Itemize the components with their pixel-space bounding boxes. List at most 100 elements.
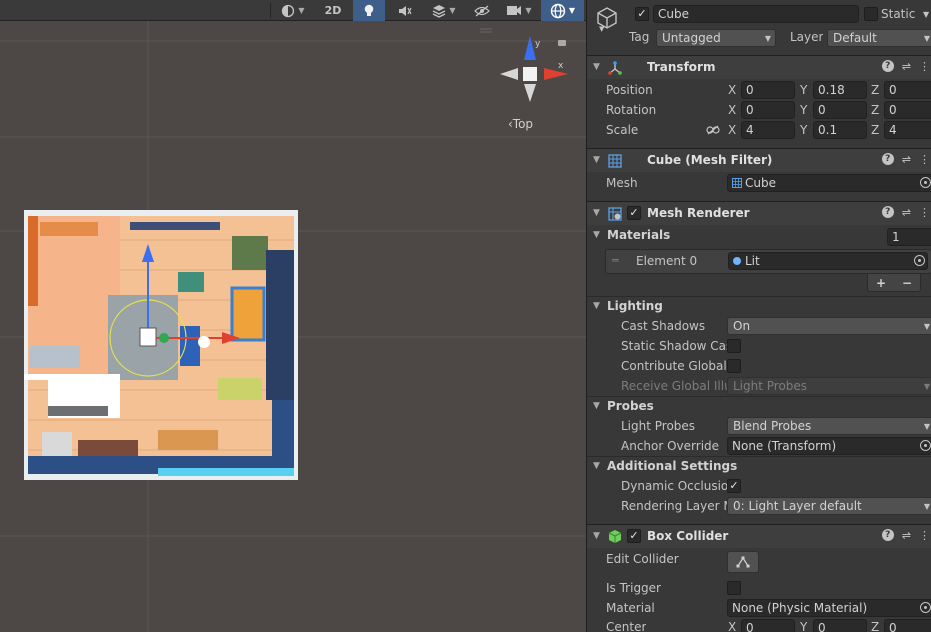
element0-material-field[interactable]: Lit [728, 252, 928, 270]
context-menu-icon[interactable]: ⋮ [919, 206, 930, 219]
scene-menu-icon[interactable] [478, 28, 494, 34]
gizmos-button[interactable]: ▼ [541, 0, 584, 21]
anchor-override-field[interactable]: None (Transform) [727, 437, 931, 455]
neg-y-cone[interactable] [524, 84, 536, 102]
center-x-field[interactable]: 0 [741, 619, 795, 632]
presets-icon[interactable]: ⇌ [902, 153, 911, 166]
axis-z-label[interactable]: Z [871, 123, 879, 137]
hidden-objects-button[interactable] [468, 0, 496, 21]
static-checkbox[interactable] [864, 7, 878, 21]
rotation-z-field[interactable]: 0 [884, 101, 931, 119]
foldout-arrow-icon[interactable]: ▼ [593, 301, 600, 311]
drag-handle-icon[interactable]: ═ [612, 254, 619, 267]
help-icon[interactable]: ? [881, 153, 894, 165]
center-z-field[interactable]: 0 [884, 619, 931, 632]
materials-size-field[interactable]: 1 [887, 228, 931, 246]
neg-x-cone[interactable] [500, 68, 518, 80]
foldout-arrow-icon[interactable]: ▼ [593, 461, 600, 471]
axis-y-label[interactable]: Y [800, 123, 807, 137]
mesh-renderer-enabled-checkbox[interactable]: ✓ [627, 206, 641, 220]
context-menu-icon[interactable]: ⋮ [919, 60, 930, 73]
icon-dropdown-arrow-icon[interactable]: ▼ [599, 25, 604, 33]
tag-dropdown[interactable]: Untagged ▼ [656, 29, 776, 47]
position-x-field[interactable]: 0 [741, 81, 795, 99]
mesh-filter-header[interactable]: ▼ Cube (Mesh Filter) ? ⇌ ⋮ [587, 148, 931, 172]
scene-camera-button[interactable]: ▼ [500, 0, 538, 21]
is-trigger-checkbox[interactable] [727, 581, 741, 595]
tag-label: Tag [629, 30, 650, 44]
scale-z-field[interactable]: 4 [884, 121, 931, 139]
axis-x-label[interactable]: X [728, 123, 736, 137]
gameobject-name-field[interactable]: Cube [653, 5, 859, 23]
scene-room-render[interactable] [18, 210, 298, 480]
foldout-arrow-icon[interactable]: ▼ [593, 531, 600, 541]
edit-collider-button[interactable] [727, 551, 759, 573]
materials-foldout[interactable]: ▼ Materials [587, 226, 931, 246]
help-icon[interactable]: ? [881, 206, 894, 218]
rotation-x-field[interactable]: 0 [741, 101, 795, 119]
remove-element-button[interactable]: − [902, 276, 912, 290]
axis-z-label[interactable]: Z [871, 103, 879, 117]
rendering-layer-dropdown[interactable]: 0: Light Layer default ▼ [727, 497, 931, 515]
mesh-object-field[interactable]: Cube [727, 174, 931, 192]
object-picker-icon[interactable] [920, 440, 931, 451]
axis-y-label[interactable]: Y [800, 620, 807, 632]
layer-dropdown[interactable]: Default ▼ [827, 29, 931, 47]
object-picker-icon[interactable] [914, 255, 925, 266]
foldout-arrow-icon[interactable]: ▼ [593, 230, 600, 240]
foldout-arrow-icon[interactable]: ▼ [593, 62, 600, 72]
center-y-field[interactable]: 0 [813, 619, 867, 632]
add-element-button[interactable]: + [876, 276, 886, 290]
help-icon[interactable]: ? [881, 529, 894, 541]
scene-effects-button[interactable]: ▼ [424, 0, 464, 21]
scene-view[interactable]: ▼ 2D ▼ ▼ ▼ y x ‹Top [0, 0, 586, 632]
axis-y-label[interactable]: Y [800, 83, 807, 97]
x-axis-cone[interactable] [544, 68, 568, 80]
context-menu-icon[interactable]: ⋮ [919, 529, 930, 542]
scene-audio-button[interactable] [389, 0, 421, 21]
static-dropdown-icon[interactable]: ▼ [923, 10, 929, 19]
mesh-renderer-header[interactable]: ▼ ✓ Mesh Renderer ? ⇌ ⋮ [587, 201, 931, 225]
rotation-y-field[interactable]: 0 [813, 101, 867, 119]
box-collider-header[interactable]: ▼ ✓ Box Collider ? ⇌ ⋮ [587, 524, 931, 548]
context-menu-icon[interactable]: ⋮ [919, 153, 930, 166]
object-picker-icon[interactable] [920, 177, 931, 188]
axis-x-label[interactable]: X [728, 83, 736, 97]
presets-icon[interactable]: ⇌ [902, 206, 911, 219]
box-collider-enabled-checkbox[interactable]: ✓ [627, 529, 641, 543]
orientation-gizmo[interactable]: y x [496, 34, 570, 124]
scale-y-field[interactable]: 0.1 [813, 121, 867, 139]
2d-mode-button[interactable]: 2D [317, 0, 349, 21]
additional-settings-foldout[interactable]: ▼ Additional Settings [587, 456, 931, 476]
lighting-foldout[interactable]: ▼ Lighting [587, 296, 931, 316]
foldout-arrow-icon[interactable]: ▼ [593, 208, 600, 218]
dynamic-occlusion-checkbox[interactable]: ✓ [727, 479, 741, 493]
axis-x-label[interactable]: X [728, 103, 736, 117]
collider-material-field[interactable]: None (Physic Material) [727, 599, 931, 617]
transform-header[interactable]: ▼ Transform ? ⇌ ⋮ [587, 55, 931, 79]
foldout-arrow-icon[interactable]: ▼ [593, 155, 600, 165]
static-shadow-caster-checkbox[interactable] [727, 339, 741, 353]
cast-shadows-dropdown[interactable]: On ▼ [727, 317, 931, 335]
light-probes-dropdown[interactable]: Blend Probes ▼ [727, 417, 931, 435]
object-picker-icon[interactable] [920, 602, 931, 613]
position-z-field[interactable]: 0 [884, 81, 931, 99]
scale-x-field[interactable]: 4 [741, 121, 795, 139]
axis-x-label[interactable]: X [728, 620, 736, 632]
probes-foldout[interactable]: ▼ Probes [587, 396, 931, 416]
contribute-gi-checkbox[interactable] [727, 359, 741, 373]
position-y-field[interactable]: 0.18 [813, 81, 867, 99]
axis-z-label[interactable]: Z [871, 620, 879, 632]
gizmo-center-cube[interactable] [523, 67, 537, 81]
shading-mode-button[interactable]: ▼ [273, 0, 313, 21]
presets-icon[interactable]: ⇌ [902, 60, 911, 73]
view-orientation-label[interactable]: ‹Top [508, 117, 533, 131]
gameobject-active-checkbox[interactable]: ✓ [635, 7, 649, 21]
axis-y-label[interactable]: Y [800, 103, 807, 117]
presets-icon[interactable]: ⇌ [902, 529, 911, 542]
help-icon[interactable]: ? [881, 60, 894, 72]
scene-lighting-button[interactable] [353, 0, 385, 21]
scale-constraint-link-icon[interactable] [706, 125, 720, 135]
foldout-arrow-icon[interactable]: ▼ [593, 401, 600, 411]
axis-z-label[interactable]: Z [871, 83, 879, 97]
